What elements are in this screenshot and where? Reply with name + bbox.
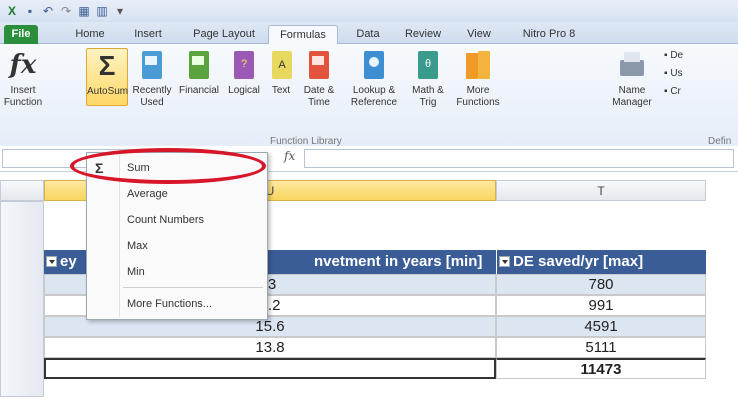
redo-icon[interactable]: ↷ [58, 3, 74, 19]
book-icon [364, 51, 384, 79]
book-icon [142, 51, 162, 79]
book-icon: ? [234, 51, 254, 79]
logical-button[interactable]: ? Logical [224, 48, 264, 97]
highlight-ring [70, 148, 266, 184]
filter-dropdown-icon[interactable] [46, 255, 57, 267]
svg-text:θ: θ [425, 58, 431, 70]
book-icon [309, 51, 329, 79]
create-from-selection-command[interactable]: ▪ Cr [664, 86, 681, 97]
recently-used-button[interactable]: Recently Used [130, 48, 174, 109]
menu-item-average[interactable]: Average [87, 183, 267, 207]
text-button[interactable]: A Text [266, 48, 296, 97]
fx-icon[interactable]: fx [284, 149, 295, 163]
book-icon: θ [418, 51, 438, 79]
table-cell[interactable]: 4591 [496, 316, 706, 337]
more-functions-button[interactable]: More Functions [452, 48, 504, 109]
tab-page-layout[interactable]: Page Layout [186, 25, 262, 44]
svg-text:?: ? [241, 58, 247, 70]
autosum-button[interactable]: Σ AutoSum [86, 48, 128, 106]
active-cell[interactable] [44, 358, 496, 379]
menu-item-count-numbers[interactable]: Count Numbers [87, 209, 267, 233]
table-icon[interactable]: ▦ [76, 3, 92, 19]
tab-file[interactable]: File [4, 25, 38, 44]
table-header-t[interactable]: DE saved/yr [max] [496, 250, 706, 274]
book-icon: A [272, 51, 292, 79]
column-header-t[interactable]: T [496, 180, 706, 201]
sigma-icon: Σ [98, 50, 116, 81]
tab-data[interactable]: Data [350, 25, 386, 44]
tab-view[interactable]: View [460, 25, 498, 44]
menu-separator [123, 287, 263, 288]
tab-insert[interactable]: Insert [126, 25, 170, 44]
name-manager-button[interactable]: Name Manager [610, 48, 654, 109]
book-icon [189, 51, 209, 79]
formula-input[interactable] [304, 149, 734, 168]
insert-function-button[interactable]: fx Insert Function [2, 48, 44, 109]
tab-nitro[interactable]: Nitro Pro 8 [514, 25, 584, 44]
select-all-corner[interactable] [0, 180, 44, 201]
ribbon-tabs: File Home Insert Page Layout Formulas Da… [0, 22, 738, 44]
undo-icon[interactable]: ↶ [40, 3, 56, 19]
menu-item-more-functions[interactable]: More Functions... [87, 293, 267, 317]
table-cell[interactable]: 780 [496, 274, 706, 295]
define-name-command[interactable]: ▪ De [664, 50, 683, 61]
quick-access-toolbar: X ▪ ↶ ↷ ▦ ▥ ▾ [0, 0, 738, 22]
tab-home[interactable]: Home [70, 25, 110, 44]
chart-icon[interactable]: ▥ [94, 3, 110, 19]
math-trig-button[interactable]: θ Math & Trig [408, 48, 448, 109]
filter-dropdown-icon[interactable] [499, 255, 510, 267]
svg-text:A: A [278, 59, 286, 71]
row-headers[interactable] [0, 201, 44, 397]
save-icon[interactable]: ▪ [22, 3, 38, 19]
tab-formulas[interactable]: Formulas [268, 25, 338, 44]
date-time-button[interactable]: Date & Time [298, 48, 340, 109]
menu-item-min[interactable]: Min [87, 261, 267, 285]
total-cell[interactable]: 11473 [496, 358, 706, 379]
financial-button[interactable]: Financial [176, 48, 222, 97]
use-in-formula-command[interactable]: ▪ Us [664, 68, 683, 79]
tab-review[interactable]: Review [400, 25, 446, 44]
table-cell[interactable]: 13.8 [44, 337, 496, 358]
books-icon [466, 51, 490, 79]
menu-item-max[interactable]: Max [87, 235, 267, 259]
name-manager-icon [620, 52, 644, 76]
fx-icon: fx [9, 50, 37, 80]
lookup-reference-button[interactable]: Lookup & Reference [344, 48, 404, 109]
customize-icon[interactable]: ▾ [112, 3, 128, 19]
ribbon-formulas: fx Insert Function Σ AutoSum Recently Us… [0, 44, 738, 154]
excel-icon: X [7, 4, 16, 18]
table-cell[interactable]: 991 [496, 295, 706, 316]
table-cell[interactable]: 5111 [496, 337, 706, 358]
